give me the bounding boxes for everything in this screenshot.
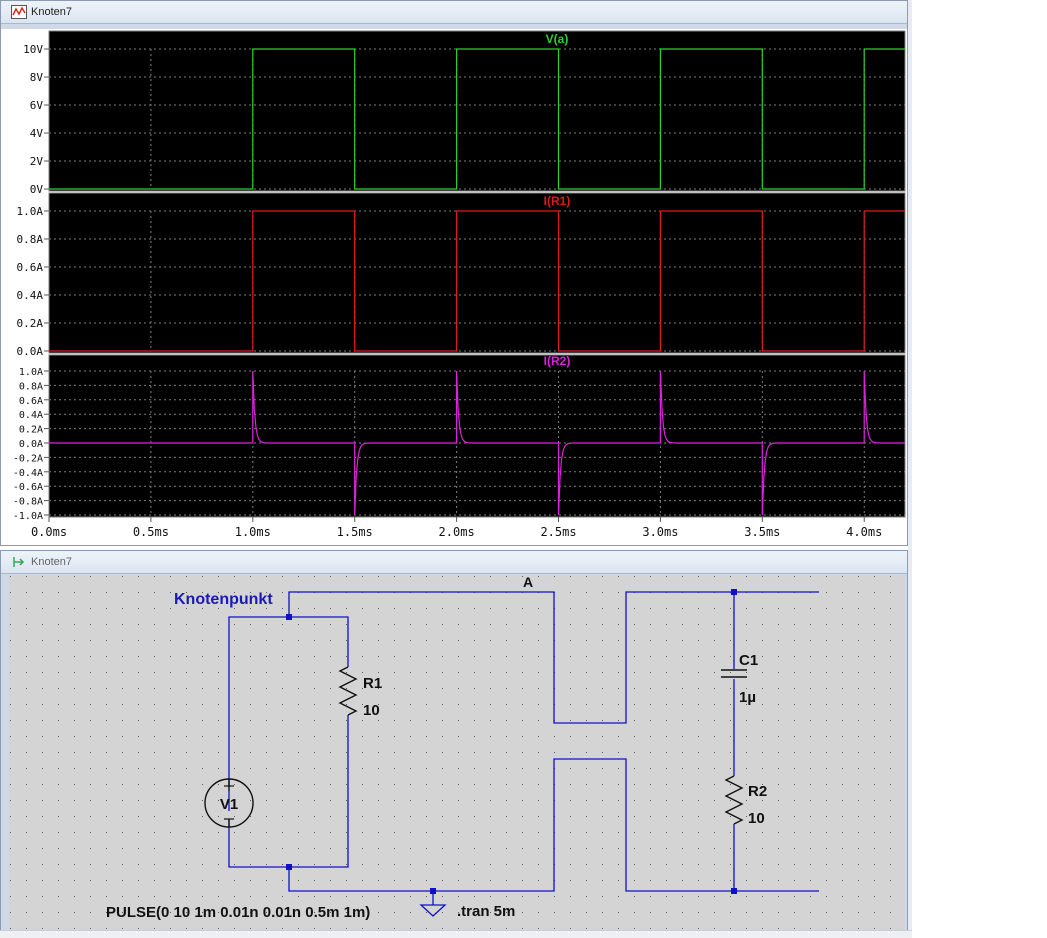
spice-directive-tran[interactable]: .tran 5m xyxy=(457,903,515,920)
y-tick-label: -0.8A xyxy=(13,497,43,508)
v1-value: PULSE(0 10 1m 0.01n 0.01n 0.5m 1m) xyxy=(106,904,370,921)
plot-pane-1[interactable] xyxy=(48,30,906,192)
schematic-grid xyxy=(9,575,905,931)
trace-title-3[interactable]: I(R2) xyxy=(544,354,571,368)
plot-pane-2[interactable] xyxy=(48,192,906,354)
y-tick-label: 0V xyxy=(30,183,44,196)
x-tick-label: 1.5ms xyxy=(337,525,373,539)
junction-dot xyxy=(731,888,737,894)
y-tick-label: 0.4A xyxy=(17,289,44,302)
waveform-window[interactable]: Knoten7 10V 8V 6V 4V 2V 0V V(a) 1.0A 0.8A 0.6A 0.4… xyxy=(0,0,908,546)
y-tick-label: 8V xyxy=(30,71,44,84)
x-tick-label: 2.0ms xyxy=(439,525,475,539)
schematic-titlebar[interactable]: Knoten7 xyxy=(1,551,907,574)
waveform-window-title: Knoten7 xyxy=(31,6,72,18)
schematic-window-title: Knoten7 xyxy=(31,556,72,568)
window-edge xyxy=(908,0,912,937)
y-tick-label: 0.8A xyxy=(19,381,43,392)
y-tick-label: -0.4A xyxy=(13,468,43,479)
schematic-window[interactable]: Knoten7 R1 10 R2 10 C1 1µ V1 PULSE(0 10 … xyxy=(0,550,908,934)
node-label-knotenpunkt[interactable]: Knotenpunkt xyxy=(174,591,273,608)
r1-name: R1 xyxy=(363,675,382,692)
x-tick-label: 0.5ms xyxy=(133,525,169,539)
y-tick-label: 0.6A xyxy=(19,396,43,407)
schematic-canvas[interactable]: R1 10 R2 10 C1 1µ V1 PULSE(0 10 1m 0.01n… xyxy=(9,575,905,931)
y-tick-label: 0.0A xyxy=(19,439,43,450)
c1-value: 1µ xyxy=(739,689,756,706)
y-tick-label: 6V xyxy=(30,99,44,112)
junction-dot xyxy=(286,864,292,870)
r2-name: R2 xyxy=(748,783,767,800)
y-tick-label: 0.6A xyxy=(17,261,44,274)
waveform-icon xyxy=(11,5,27,19)
x-tick-label: 1.0ms xyxy=(235,525,271,539)
junction-dot xyxy=(286,614,292,620)
y-tick-label: -0.2A xyxy=(13,453,43,464)
trace-title-2[interactable]: I(R1) xyxy=(544,194,571,208)
y-tick-label: 2V xyxy=(30,155,44,168)
x-tick-label: 4.0ms xyxy=(846,525,882,539)
r1-value: 10 xyxy=(363,702,380,719)
junction-dot xyxy=(430,888,436,894)
y-tick-label: 0.0A xyxy=(17,345,44,358)
r2-value: 10 xyxy=(748,810,765,827)
x-tick-label: 3.5ms xyxy=(744,525,780,539)
waveform-plot-area[interactable]: 10V 8V 6V 4V 2V 0V V(a) 1.0A 0.8A 0.6A 0.4A 0.2A 0.0… xyxy=(1,29,907,545)
y-tick-label: 0.8A xyxy=(17,233,44,246)
y-tick-label: 4V xyxy=(30,127,44,140)
y-tick-label: -0.6A xyxy=(13,482,43,493)
y-tick-label: 0.2A xyxy=(19,425,43,436)
plot-pane-3[interactable] xyxy=(48,354,906,518)
schematic-icon xyxy=(13,557,25,567)
y-tick-label: 10V xyxy=(23,43,43,56)
junction-dot xyxy=(731,589,737,595)
y-tick-label: 1.0A xyxy=(19,367,43,378)
x-tick-label: 3.0ms xyxy=(642,525,678,539)
y-tick-label: 0.2A xyxy=(17,317,44,330)
y-tick-label: -1.0A xyxy=(13,511,43,522)
c1-name: C1 xyxy=(739,652,758,669)
waveform-titlebar[interactable]: Knoten7 xyxy=(1,1,907,24)
x-tick-label: 0.0ms xyxy=(31,525,67,539)
trace-title-1[interactable]: V(a) xyxy=(546,32,569,46)
y-tick-label: 0.4A xyxy=(19,410,43,421)
x-tick-label: 2.5ms xyxy=(540,525,576,539)
v1-name: V1 xyxy=(220,796,238,813)
net-label-a[interactable]: A xyxy=(523,575,533,590)
y-tick-label: 1.0A xyxy=(17,205,44,218)
